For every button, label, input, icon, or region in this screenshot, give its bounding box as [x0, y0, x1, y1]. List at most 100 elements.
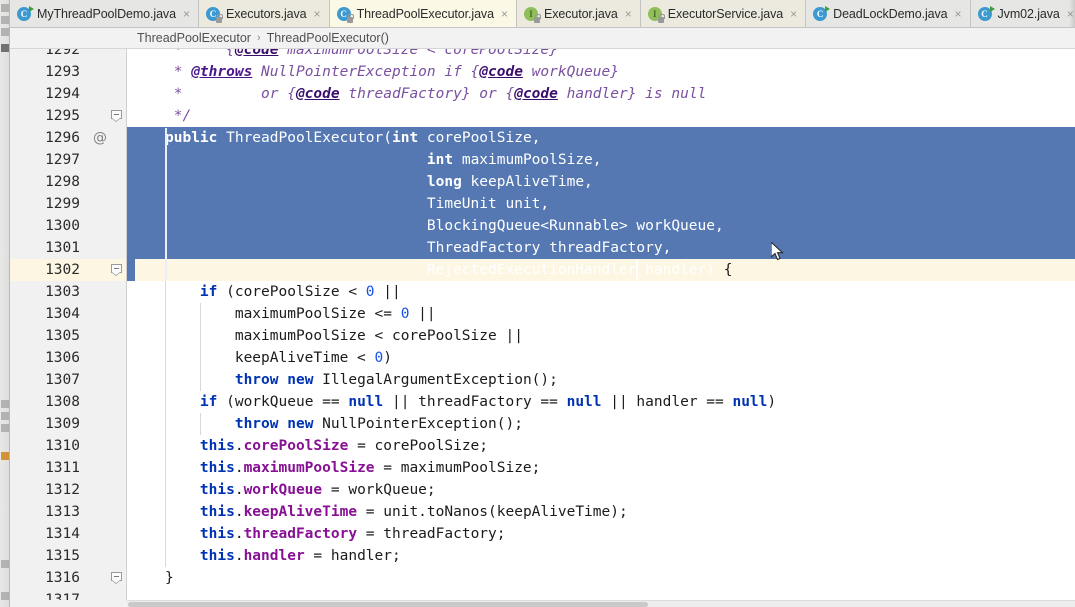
- gutter-row[interactable]: 1300: [0, 215, 126, 237]
- stripe-icon-6[interactable]: [1, 412, 9, 420]
- code-line[interactable]: this.corePoolSize = corePoolSize;: [127, 435, 1075, 457]
- code-line[interactable]: ThreadFactory threadFactory,: [127, 237, 1075, 259]
- code-fold-end-icon[interactable]: [111, 572, 122, 584]
- line-number: 1304: [45, 306, 80, 322]
- editor-tab-executors[interactable]: C Executors.java ×: [198, 0, 330, 27]
- editor-tab-threadpoolexecutor[interactable]: C ThreadPoolExecutor.java ×: [329, 0, 517, 27]
- gutter-row[interactable]: 1312: [0, 479, 126, 501]
- editor-tab-bar[interactable]: C MyThreadPoolDemo.java × C Executors.java × C…: [0, 0, 1075, 28]
- code-line[interactable]: keepAliveTime < 0): [127, 347, 1075, 369]
- stripe-icon-10[interactable]: [1, 592, 9, 600]
- code-line[interactable]: if (workQueue == null || threadFactory =…: [127, 391, 1075, 413]
- stripe-icon-3[interactable]: [1, 28, 9, 36]
- editor-tab-jvm02[interactable]: CJvm02.java×: [970, 0, 1075, 27]
- editor-tab-executor[interactable]: I Executor.java ×: [516, 0, 641, 27]
- code-line[interactable]: */: [127, 105, 1075, 127]
- code-line[interactable]: throw new NullPointerException();: [127, 413, 1075, 435]
- gutter-row[interactable]: 1299: [0, 193, 126, 215]
- gutter-row[interactable]: 1297: [0, 149, 126, 171]
- stripe-icon-1[interactable]: [1, 4, 9, 12]
- gutter-row[interactable]: 1301: [0, 237, 126, 259]
- code-line[interactable]: TimeUnit unit,: [127, 193, 1075, 215]
- code-line[interactable]: int maximumPoolSize,: [127, 149, 1075, 171]
- gutter-row[interactable]: 1315: [0, 545, 126, 567]
- code-line[interactable]: long keepAliveTime,: [127, 171, 1075, 193]
- code-line[interactable]: * or {@code threadFactory} or {@code han…: [127, 83, 1075, 105]
- gutter-row[interactable]: 1302: [0, 259, 126, 281]
- code-line[interactable]: this.handler = handler;: [127, 545, 1075, 567]
- code-line[interactable]: BlockingQueue<Runnable> workQueue,: [127, 215, 1075, 237]
- gutter-row[interactable]: 1308: [0, 391, 126, 413]
- gutter-row[interactable]: 1296 @: [0, 127, 126, 149]
- editor-tab-mythreadpooldemo[interactable]: C MyThreadPoolDemo.java ×: [10, 0, 199, 27]
- close-icon[interactable]: ×: [312, 8, 321, 20]
- editor-tab-deadlockdemo[interactable]: C DeadLockDemo.java ×: [806, 0, 971, 27]
- tool-window-stripe[interactable]: [0, 0, 10, 607]
- gutter-row[interactable]: 1309: [0, 413, 126, 435]
- code-canvas[interactable]: * {@code maximumPoolSize < corePoolSize}…: [127, 49, 1075, 607]
- code-token: = maximumPoolSize;: [374, 460, 541, 476]
- code-line[interactable]: RejectedExecutionHandler handler) {: [127, 259, 1075, 281]
- gutter-row[interactable]: 1314: [0, 523, 126, 545]
- gutter-row[interactable]: 1304: [0, 303, 126, 325]
- stripe-icon-9[interactable]: [1, 560, 9, 568]
- gutter-row[interactable]: 1298: [0, 171, 126, 193]
- close-icon[interactable]: ×: [788, 8, 797, 20]
- gutter-row[interactable]: 1307: [0, 369, 126, 391]
- gutter-row[interactable]: 1306: [0, 347, 126, 369]
- gutter-row[interactable]: 1313: [0, 501, 126, 523]
- code-editor[interactable]: 1292 1293 1294 1295 1296 @1297 1298 1299 1300 130…: [0, 49, 1075, 607]
- stripe-icon-5[interactable]: [1, 400, 9, 408]
- gutter-row[interactable]: 1305: [0, 325, 126, 347]
- code-token: = workQueue;: [322, 482, 436, 498]
- gutter-row[interactable]: 1310: [0, 435, 126, 457]
- gutter-row[interactable]: 1316: [0, 567, 126, 589]
- stripe-icon-4[interactable]: [1, 44, 9, 52]
- gutter-row[interactable]: 1292: [0, 49, 126, 61]
- code-token: */: [165, 108, 192, 124]
- gutter-row[interactable]: 1303: [0, 281, 126, 303]
- horizontal-scrollbar[interactable]: [127, 600, 1075, 607]
- close-icon[interactable]: ×: [499, 8, 508, 20]
- breadcrumb[interactable]: ThreadPoolExecutor › ThreadPoolExecutor(): [0, 28, 1075, 49]
- code-line[interactable]: this.threadFactory = threadFactory;: [127, 523, 1075, 545]
- lock-marker-icon: [657, 13, 665, 23]
- gutter-row[interactable]: 1295: [0, 105, 126, 127]
- code-token: long: [426, 174, 462, 190]
- code-line[interactable]: maximumPoolSize < corePoolSize ||: [127, 325, 1075, 347]
- code-line[interactable]: this.keepAliveTime = unit.toNanos(keepAl…: [127, 501, 1075, 523]
- gutter-row[interactable]: 1311: [0, 457, 126, 479]
- gutter-row[interactable]: 1294: [0, 83, 126, 105]
- code-line[interactable]: * @throws NullPointerException if {@code…: [127, 61, 1075, 83]
- code-line[interactable]: this.maximumPoolSize = maximumPoolSize;: [127, 457, 1075, 479]
- code-fold-end-icon[interactable]: [111, 110, 122, 122]
- code-token: this: [199, 482, 235, 498]
- editor-tab-executorservice[interactable]: I ExecutorService.java ×: [640, 0, 807, 27]
- code-line[interactable]: maximumPoolSize <= 0 ||: [127, 303, 1075, 325]
- gutter-row[interactable]: 1293: [0, 61, 126, 83]
- code-token: keepAliveTime,: [461, 174, 593, 190]
- editor-gutter[interactable]: 1292 1293 1294 1295 1296 @1297 1298 1299 1300 130…: [0, 49, 127, 607]
- close-icon[interactable]: ×: [623, 8, 632, 20]
- code-line[interactable]: }: [127, 567, 1075, 589]
- code-line[interactable]: public ThreadPoolExecutor(int corePoolSi…: [127, 127, 1075, 149]
- code-line[interactable]: if (corePoolSize < 0 ||: [127, 281, 1075, 303]
- breadcrumb-item-1[interactable]: ThreadPoolExecutor(): [267, 31, 389, 45]
- editor-tab-label: ThreadPoolExecutor.java: [356, 7, 494, 21]
- code-token: .: [234, 548, 244, 564]
- code-line[interactable]: throw new IllegalArgumentException();: [127, 369, 1075, 391]
- breadcrumb-item-0[interactable]: ThreadPoolExecutor: [137, 31, 251, 45]
- code-fold-end-icon[interactable]: [111, 264, 122, 276]
- stripe-icon-2[interactable]: [1, 16, 9, 24]
- close-icon[interactable]: ×: [953, 8, 962, 20]
- close-icon[interactable]: ×: [181, 8, 190, 20]
- annotation-gutter-icon[interactable]: @: [93, 130, 107, 146]
- stripe-icon-7[interactable]: [1, 424, 9, 432]
- horizontal-scrollbar-thumb[interactable]: [128, 602, 648, 607]
- code-line[interactable]: * {@code maximumPoolSize < corePoolSize}: [127, 49, 1075, 61]
- code-line[interactable]: this.workQueue = workQueue;: [127, 479, 1075, 501]
- stripe-icon-warning[interactable]: [1, 452, 9, 460]
- code-token: new: [287, 416, 314, 432]
